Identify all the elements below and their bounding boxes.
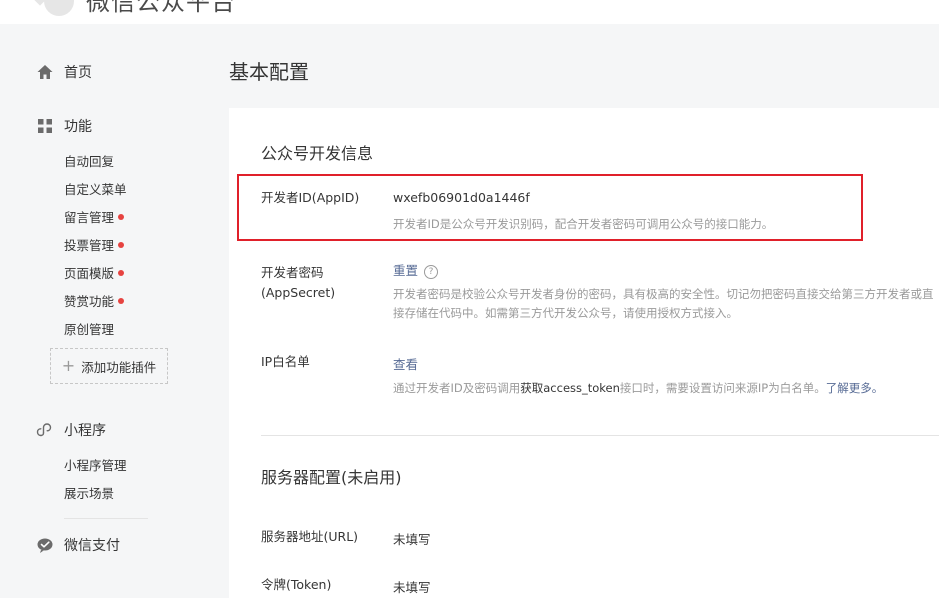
appsecret-label-line1: 开发者密码 <box>261 265 324 280</box>
home-icon <box>36 63 54 81</box>
sidebar-item-comments[interactable]: 留言管理 <box>64 207 125 226</box>
sidebar-item-home-label: 首页 <box>64 65 92 81</box>
token-value: 未填写 <box>393 580 431 595</box>
add-plugin-label: 添加功能插件 <box>81 359 157 375</box>
sidebar-item-label: 留言管理 <box>64 210 115 225</box>
reset-secret-link[interactable]: 重置 <box>393 263 418 278</box>
dev-info-section-title: 公众号开发信息 <box>261 144 374 163</box>
ip-whitelist-label: IP白名单 <box>261 354 310 369</box>
access-token-link[interactable]: 获取access_token <box>520 381 620 395</box>
sidebar-item-auto-reply[interactable]: 自动回复 <box>64 151 114 170</box>
sidebar-item-votes[interactable]: 投票管理 <box>64 235 125 254</box>
ip-desc-prefix: 通过开发者ID及密码调用 <box>393 381 521 395</box>
plus-icon: + <box>61 356 76 375</box>
wechat-pay-icon <box>36 536 54 554</box>
top-bar: 微信公众平台 <box>0 0 939 24</box>
sidebar-item-label: 赞赏功能 <box>64 294 115 309</box>
sidebar-item-label: 投票管理 <box>64 238 115 253</box>
sidebar-item-label: 展示场景 <box>64 486 115 501</box>
add-plugin-button[interactable]: + 添加功能插件 <box>50 348 168 384</box>
page-title: 基本配置 <box>229 60 309 84</box>
appsecret-actions: 重置? <box>393 260 439 279</box>
sidebar-item-features[interactable]: 功能 <box>36 116 92 136</box>
new-dot-badge <box>118 213 125 220</box>
new-dot-badge <box>118 297 125 304</box>
sidebar-item-label: 自定义菜单 <box>64 182 127 197</box>
site-title: 微信公众平台 <box>86 0 236 16</box>
sidebar-item-label: 页面模版 <box>64 266 115 281</box>
view-ip-whitelist-link[interactable]: 查看 <box>393 354 418 373</box>
sidebar-item-original[interactable]: 原创管理 <box>64 319 114 338</box>
help-icon[interactable]: ? <box>424 264 439 279</box>
sidebar-item-custom-menu[interactable]: 自定义菜单 <box>64 179 127 198</box>
sidebar-item-miniprogram-manage[interactable]: 小程序管理 <box>64 455 127 474</box>
sidebar-item-display-scenes[interactable]: 展示场景 <box>64 483 114 502</box>
appsecret-label-line2: (AppSecret) <box>261 285 336 300</box>
appid-highlight-box <box>237 174 863 241</box>
server-config-section-title: 服务器配置(未启用) <box>261 468 402 487</box>
sidebar-item-miniprogram[interactable]: 小程序 <box>36 420 106 440</box>
section-divider <box>261 435 939 436</box>
sidebar-item-page-templates[interactable]: 页面模版 <box>64 263 125 282</box>
sidebar-item-features-label: 功能 <box>64 119 92 135</box>
sidebar-item-label: 小程序管理 <box>64 458 127 473</box>
grid-icon <box>36 117 54 135</box>
ip-desc-middle: 接口时，需要设置访问来源IP为白名单。 <box>619 381 826 395</box>
server-url-value: 未填写 <box>393 532 431 547</box>
sidebar-item-wechat-pay-label: 微信支付 <box>64 538 120 554</box>
learn-more-link[interactable]: 了解更多。 <box>826 381 884 395</box>
new-dot-badge <box>118 241 125 248</box>
token-label: 令牌(Token) <box>261 577 332 592</box>
sidebar-item-rewards[interactable]: 赞赏功能 <box>64 291 125 310</box>
sidebar-item-home[interactable]: 首页 <box>36 62 92 82</box>
sidebar-item-label: 自动回复 <box>64 154 115 169</box>
ip-whitelist-description: 通过开发者ID及密码调用获取access_token接口时，需要设置访问来源IP… <box>393 379 883 398</box>
sidebar-divider <box>64 518 148 519</box>
sidebar-item-label: 原创管理 <box>64 322 115 337</box>
sidebar-item-miniprogram-label: 小程序 <box>64 423 106 439</box>
appsecret-description: 开发者密码是校验公众号开发者身份的密码，具有极高的安全性。切记勿把密码直接交给第… <box>393 287 934 320</box>
new-dot-badge <box>118 269 125 276</box>
miniprogram-icon <box>36 421 54 439</box>
appsecret-label: 开发者密码 (AppSecret) <box>261 263 335 303</box>
wechat-logo-icon <box>44 0 74 16</box>
server-url-label: 服务器地址(URL) <box>261 529 359 544</box>
sidebar-item-wechat-pay[interactable]: 微信支付 <box>36 535 120 555</box>
